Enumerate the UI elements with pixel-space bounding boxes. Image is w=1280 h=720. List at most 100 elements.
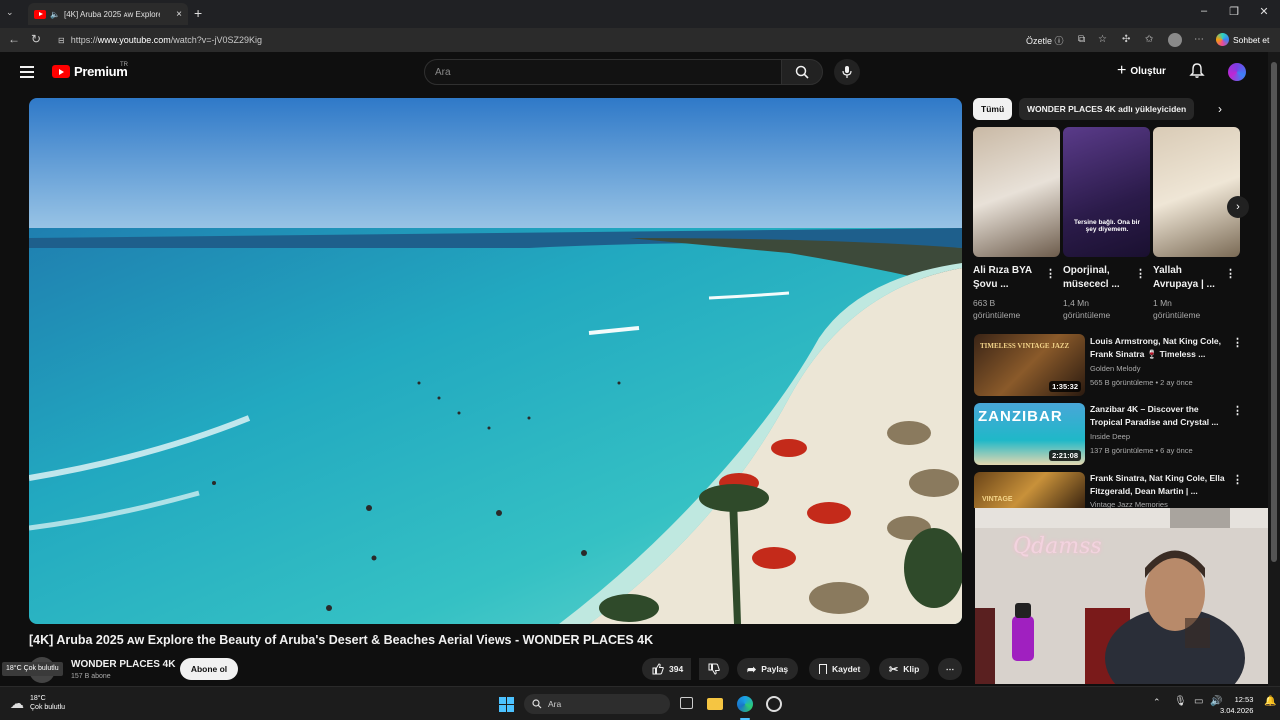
youtube-header: Premium TR + Oluştur [0, 52, 1268, 92]
profile-avatar[interactable] [1168, 33, 1182, 47]
search-input[interactable] [435, 66, 755, 78]
windows-start-icon[interactable] [499, 697, 514, 712]
search-box[interactable] [424, 59, 782, 85]
clock-time: 12:53 [1234, 695, 1254, 704]
short-title[interactable]: Ali Rıza BYA Şovu ... [973, 264, 1047, 292]
favorites-icon[interactable]: ✩ [1145, 34, 1153, 45]
microphone-tray-icon[interactable]: 🎙 [1174, 696, 1187, 707]
browser-tab-strip: ⌄ 🔈 [4K] Aruba 2025 ᴀᴡ Explore the × + –… [0, 0, 1280, 28]
url-prefix: https:// [70, 35, 98, 45]
short-menu-icon[interactable]: ⋮ [1045, 267, 1056, 280]
site-info-icon[interactable]: ⊟ [58, 36, 65, 45]
short-thumbnail[interactable]: Tersine bağlı. Ona bir şey diyemem. [1063, 127, 1150, 257]
video-title-link[interactable]: Louis Armstrong, Nat King Cole, Frank Si… [1090, 335, 1230, 361]
browser-tab-youtube[interactable]: 🔈 [4K] Aruba 2025 ᴀᴡ Explore the × [28, 3, 188, 25]
video-title: [4K] Aruba 2025 ᴀᴡ Explore the Beauty of… [29, 633, 654, 647]
youtube-premium-logo[interactable]: Premium TR [52, 62, 128, 79]
weather-tooltip: 18°C Çok bulutlu [2, 662, 63, 676]
back-icon[interactable]: ← [8, 32, 20, 46]
channel-name[interactable]: Vintage Jazz Memories [1090, 500, 1168, 508]
video-menu-icon[interactable]: ⋮ [1232, 404, 1243, 417]
channel-name[interactable]: WONDER PLACES 4K [71, 659, 175, 670]
scrollbar-thumb[interactable] [1271, 62, 1277, 562]
hamburger-menu-icon[interactable] [20, 66, 34, 78]
video-duration: 2:21:08 [1049, 450, 1081, 461]
video-menu-icon[interactable]: ⋮ [1232, 473, 1243, 486]
dislike-button[interactable] [699, 658, 729, 680]
short-thumbnail[interactable] [1153, 127, 1240, 257]
clip-button[interactable]: ✂ Klip [879, 658, 930, 680]
restore-icon[interactable]: ❐ [1224, 5, 1244, 18]
taskbar-clock[interactable]: 12:53 3.04.2026 [1220, 694, 1253, 716]
chevron-right-icon[interactable]: › [1218, 102, 1222, 116]
channel-name[interactable]: Inside Deep [1090, 432, 1130, 441]
file-explorer-icon[interactable] [707, 698, 723, 710]
video-thumbnail[interactable]: VINTAGE [974, 472, 1085, 508]
video-title-link[interactable]: Frank Sinatra, Nat King Cole, Ella Fitzg… [1090, 472, 1230, 498]
chip-all[interactable]: Tümü [973, 98, 1013, 120]
address-bar[interactable]: ⊟ https://www.youtube.com/watch?v=-jV0SZ… [50, 31, 1010, 49]
more-menu-icon[interactable]: ⋯ [1194, 34, 1204, 45]
bookmark-icon [819, 664, 827, 674]
video-title-link[interactable]: Zanzibar 4K – Discover the Tropical Para… [1090, 403, 1230, 429]
voice-search-button[interactable] [834, 59, 860, 85]
edge-browser-icon[interactable] [737, 696, 753, 712]
tab-actions-menu-icon[interactable]: ⌄ [6, 7, 14, 18]
minimize-icon[interactable]: – [1194, 5, 1214, 17]
video-thumbnail[interactable]: ZANZIBAR 2:21:08 [974, 403, 1085, 465]
shorts-next-button[interactable]: › [1227, 196, 1249, 218]
network-icon[interactable]: ▭ [1194, 696, 1203, 707]
clip-label: Klip [903, 664, 920, 674]
short-views: 1,4 Mn görüntüleme [1063, 298, 1111, 320]
copilot-button[interactable]: Sohbet et [1216, 33, 1269, 46]
summarize-button[interactable]: Özetle ⓘ [1026, 34, 1064, 47]
task-view-icon[interactable] [680, 697, 693, 709]
taskbar-temperature: 18°C [30, 695, 46, 702]
short-views: 663 B görüntüleme [973, 298, 1021, 320]
video-player[interactable] [29, 98, 962, 624]
notification-bell-icon[interactable]: 🔔 [1264, 696, 1276, 707]
chip-uploader[interactable]: WONDER PLACES 4K adlı yükleyiciden [1019, 98, 1195, 120]
create-button[interactable]: + Oluştur [1117, 62, 1166, 80]
channel-name[interactable]: Golden Melody [1090, 364, 1140, 373]
search-button[interactable] [781, 59, 823, 85]
short-menu-icon[interactable]: ⋮ [1135, 267, 1146, 280]
subscriber-count: 157 B abone [71, 673, 111, 680]
save-label: Kaydet [832, 664, 861, 674]
thumbs-up-icon [652, 663, 664, 675]
short-menu-icon[interactable]: ⋮ [1225, 267, 1236, 280]
create-label: Oluştur [1130, 65, 1166, 77]
video-menu-icon[interactable]: ⋮ [1232, 336, 1243, 349]
more-horizontal-icon: ⋯ [945, 663, 955, 674]
youtube-favicon-icon [34, 9, 46, 19]
share-button[interactable]: ➦ Paylaş [737, 658, 799, 680]
save-button[interactable]: Kaydet [809, 658, 871, 680]
notifications-button[interactable] [1189, 62, 1205, 84]
short-title[interactable]: Oporjinal, müsececl ... [1063, 264, 1137, 292]
short-title[interactable]: Yallah Avrupaya | ... [1153, 264, 1227, 292]
short-caption: Tersine bağlı. Ona bir şey diyemem. [1074, 219, 1140, 233]
app-icon-extra[interactable] [766, 696, 782, 712]
taskbar-search-box[interactable]: Ara [524, 694, 670, 714]
copilot-icon [1216, 33, 1229, 46]
close-window-icon[interactable]: ✕ [1254, 5, 1274, 18]
refresh-icon[interactable]: ↻ [31, 32, 41, 46]
tab-audio-icon[interactable]: 🔈 [50, 10, 60, 19]
favorite-star-icon[interactable]: ☆ [1098, 34, 1107, 45]
page-scrollbar[interactable] [1268, 52, 1280, 686]
account-avatar[interactable] [1228, 63, 1246, 81]
webcam-overlay: Qdamss [975, 508, 1280, 684]
tray-overflow-icon[interactable]: ⌃ [1153, 697, 1161, 708]
extensions-icon[interactable]: ✣ [1122, 34, 1130, 45]
split-screen-icon[interactable]: ⧉ [1078, 34, 1085, 45]
tab-close-icon[interactable]: × [176, 9, 182, 20]
video-thumbnail[interactable]: TIMELESS VINTAGE JAZZ 1:35:32 [974, 334, 1085, 396]
taskbar-weather-widget[interactable]: ☁ 18°C Çok bulutlu [10, 694, 65, 712]
subscribe-button[interactable]: Abone ol [180, 658, 238, 680]
short-thumbnail[interactable] [973, 127, 1060, 257]
video-meta: 137 B görüntüleme • 6 ay önce [1090, 446, 1193, 455]
new-tab-button[interactable]: + [194, 5, 202, 21]
more-actions-button[interactable]: ⋯ [938, 658, 962, 680]
video-frame-aerial-beach [29, 98, 962, 624]
like-button[interactable]: 394 [642, 658, 692, 680]
